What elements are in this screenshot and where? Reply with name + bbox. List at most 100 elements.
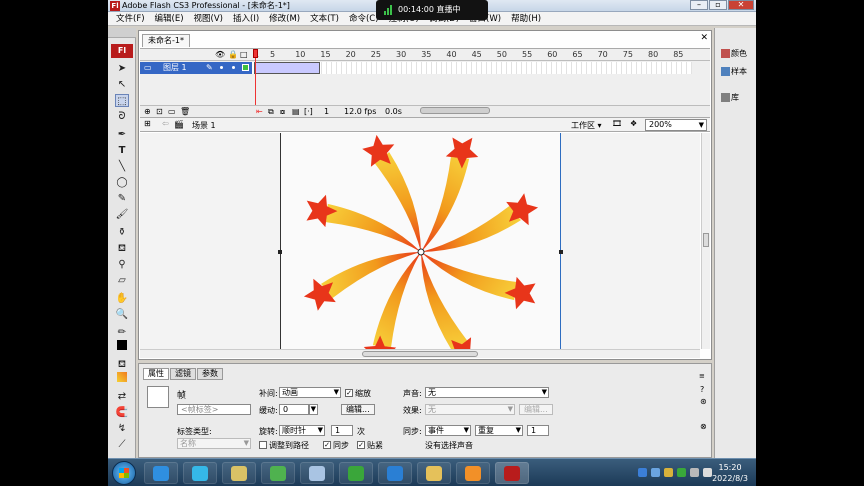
zoom-select[interactable]: 200% ▼ xyxy=(645,119,707,131)
ink-bottle-tool-icon[interactable]: ⚱ xyxy=(115,226,129,239)
oval-tool-icon[interactable]: ◯ xyxy=(115,176,129,189)
stage-horizontal-scrollbar[interactable] xyxy=(140,349,700,358)
layer-row[interactable]: ▭ 图层 1 ✎ xyxy=(140,62,710,74)
hand-tool-icon[interactable]: ✋ xyxy=(115,292,129,305)
line-tool-icon[interactable]: ╲ xyxy=(115,160,129,173)
taskbar-app-browser[interactable] xyxy=(261,462,295,484)
playhead-handle[interactable] xyxy=(253,49,258,58)
shooting-star[interactable] xyxy=(419,244,488,349)
taskbar-app-flash[interactable] xyxy=(495,462,529,484)
outline-color-square[interactable] xyxy=(242,64,249,71)
user-tray-icon[interactable] xyxy=(664,468,673,477)
edit-scene-icon[interactable]: 🎞 xyxy=(612,119,622,128)
frame-ruler[interactable]: 1510152025303540455055606570758085 xyxy=(252,49,692,61)
pinwheel-stars-graphic[interactable] xyxy=(281,133,562,349)
subselection-tool-icon[interactable]: ↖ xyxy=(115,78,129,91)
help-icon[interactable]: ? xyxy=(700,385,704,394)
layer-frames[interactable] xyxy=(252,62,692,74)
insert-folder-icon[interactable]: ▭ xyxy=(168,107,176,116)
edit-effect-button[interactable]: 编辑... xyxy=(519,404,553,415)
frame-rate[interactable]: 12.0 fps xyxy=(344,107,376,116)
minimize-button[interactable]: – xyxy=(690,0,708,10)
edit-symbols-icon[interactable]: ❖ xyxy=(630,119,637,128)
stroke-color-icon[interactable]: ✏ xyxy=(115,326,129,339)
network-tray-icon[interactable] xyxy=(651,468,660,477)
menu-text[interactable]: 文本(T) xyxy=(305,12,344,25)
menu-edit[interactable]: 编辑(E) xyxy=(150,12,189,25)
shooting-star[interactable] xyxy=(296,250,429,319)
transform-handle-left[interactable] xyxy=(278,250,282,254)
pen-tool-icon[interactable]: ✒ xyxy=(115,128,129,141)
shooting-star[interactable] xyxy=(413,185,546,254)
tab-parameters[interactable]: 参数 xyxy=(197,368,223,380)
document-close-icon[interactable]: ✕ xyxy=(700,33,708,43)
insert-layer-icon[interactable]: ⊕ xyxy=(144,107,151,116)
workspace-menu[interactable]: 工作区 ▾ xyxy=(571,120,602,131)
motion-tween-span[interactable] xyxy=(254,62,320,74)
brush-tool-icon[interactable]: 🖌 xyxy=(115,208,129,221)
document-tab[interactable]: 未命名-1* xyxy=(142,34,190,47)
eraser-tool-icon[interactable]: ▱ xyxy=(115,274,129,287)
snap-to-objects-icon[interactable]: 🧲 xyxy=(115,406,129,419)
taskbar-app-arrow-app[interactable] xyxy=(378,462,412,484)
edit-multiple-frames-icon[interactable]: ▤ xyxy=(292,107,300,116)
taskbar-app-media[interactable] xyxy=(300,462,334,484)
center-frame-icon[interactable]: ⇤ xyxy=(256,107,263,116)
swap-colors-icon[interactable]: ⇄ xyxy=(115,390,129,403)
ease-input[interactable]: 0 xyxy=(279,404,309,415)
fill-color-swatch[interactable] xyxy=(117,372,127,382)
fill-color-icon[interactable]: ⛾ xyxy=(115,358,129,371)
stage-pasteboard[interactable] xyxy=(140,133,700,349)
panel-menu-icon[interactable]: ≡ xyxy=(699,372,705,380)
tab-properties[interactable]: 属性 xyxy=(143,368,169,380)
orient-to-path-checkbox[interactable] xyxy=(259,441,267,449)
vscroll-thumb[interactable] xyxy=(703,233,709,247)
ease-slider-button[interactable]: ▼ xyxy=(309,404,318,415)
smooth-icon[interactable]: ↯ xyxy=(115,422,129,435)
add-guide-layer-icon[interactable]: ⊡ xyxy=(156,107,163,116)
frame-name-input[interactable]: <帧标签> xyxy=(177,404,251,415)
tab-filters[interactable]: 滤镜 xyxy=(170,368,196,380)
stroke-color-swatch[interactable] xyxy=(117,340,127,350)
zoom-tool-icon[interactable]: 🔍 xyxy=(115,308,129,321)
lasso-tool-icon[interactable]: ᘐ xyxy=(115,110,129,123)
menu-view[interactable]: 视图(V) xyxy=(189,12,228,25)
panel-grip[interactable] xyxy=(108,28,136,38)
sync-repeat-select[interactable]: 重复 ▼ xyxy=(475,425,523,436)
menu-modify[interactable]: 修改(M) xyxy=(264,12,305,25)
modify-onion-markers-icon[interactable]: [·] xyxy=(304,107,313,116)
back-arrow-icon[interactable]: ⇦ xyxy=(162,119,169,128)
outline-layers-icon[interactable]: □ xyxy=(240,50,248,59)
transform-handle-right[interactable] xyxy=(559,250,563,254)
eyedropper-tool-icon[interactable]: ⚲ xyxy=(115,258,129,271)
pencil-tool-icon[interactable]: ✎ xyxy=(115,192,129,205)
show-hide-layers-icon[interactable]: 👁 xyxy=(215,50,225,59)
repeat-count-input[interactable]: 1 xyxy=(527,425,549,436)
maximize-button[interactable]: ▫ xyxy=(709,0,727,10)
library-panel-button[interactable]: 库 xyxy=(719,90,755,106)
rotate-select[interactable]: 顺时针 ▼ xyxy=(279,425,325,436)
color-panel-button[interactable]: 颜色 xyxy=(719,46,755,62)
onion-skin-icon[interactable]: ⧉ xyxy=(268,107,274,117)
sync-checkbox[interactable]: ✓ xyxy=(323,441,331,449)
sound-select[interactable]: 无 ▼ xyxy=(425,387,549,398)
stage-vertical-scrollbar[interactable] xyxy=(701,133,710,349)
volume-tray-icon[interactable] xyxy=(703,468,712,477)
free-transform-tool-icon[interactable]: ⬚ xyxy=(115,94,129,107)
effect-select[interactable]: 无 ▼ xyxy=(425,404,515,415)
accessibility-icon[interactable]: ⊛ xyxy=(700,397,707,406)
visibility-dot[interactable] xyxy=(220,66,223,69)
shield-tray-icon[interactable] xyxy=(677,468,686,477)
clock[interactable]: 15:20 2022/8/3 xyxy=(712,462,748,484)
shooting-star[interactable] xyxy=(354,133,423,260)
swatches-panel-button[interactable]: 样本 xyxy=(719,64,755,80)
edit-ease-button[interactable]: 编辑... xyxy=(341,404,375,415)
hscroll-thumb[interactable] xyxy=(362,351,478,357)
sync-event-select[interactable]: 事件 ▼ xyxy=(425,425,471,436)
delete-layer-icon[interactable]: 🗑 xyxy=(180,107,190,116)
taskbar-app-ie[interactable] xyxy=(144,462,178,484)
stage-canvas[interactable] xyxy=(278,133,563,349)
snap-checkbox[interactable]: ✓ xyxy=(357,441,365,449)
label-type-select[interactable]: 名称 ▼ xyxy=(177,438,251,449)
help-tray-icon[interactable] xyxy=(638,468,647,477)
